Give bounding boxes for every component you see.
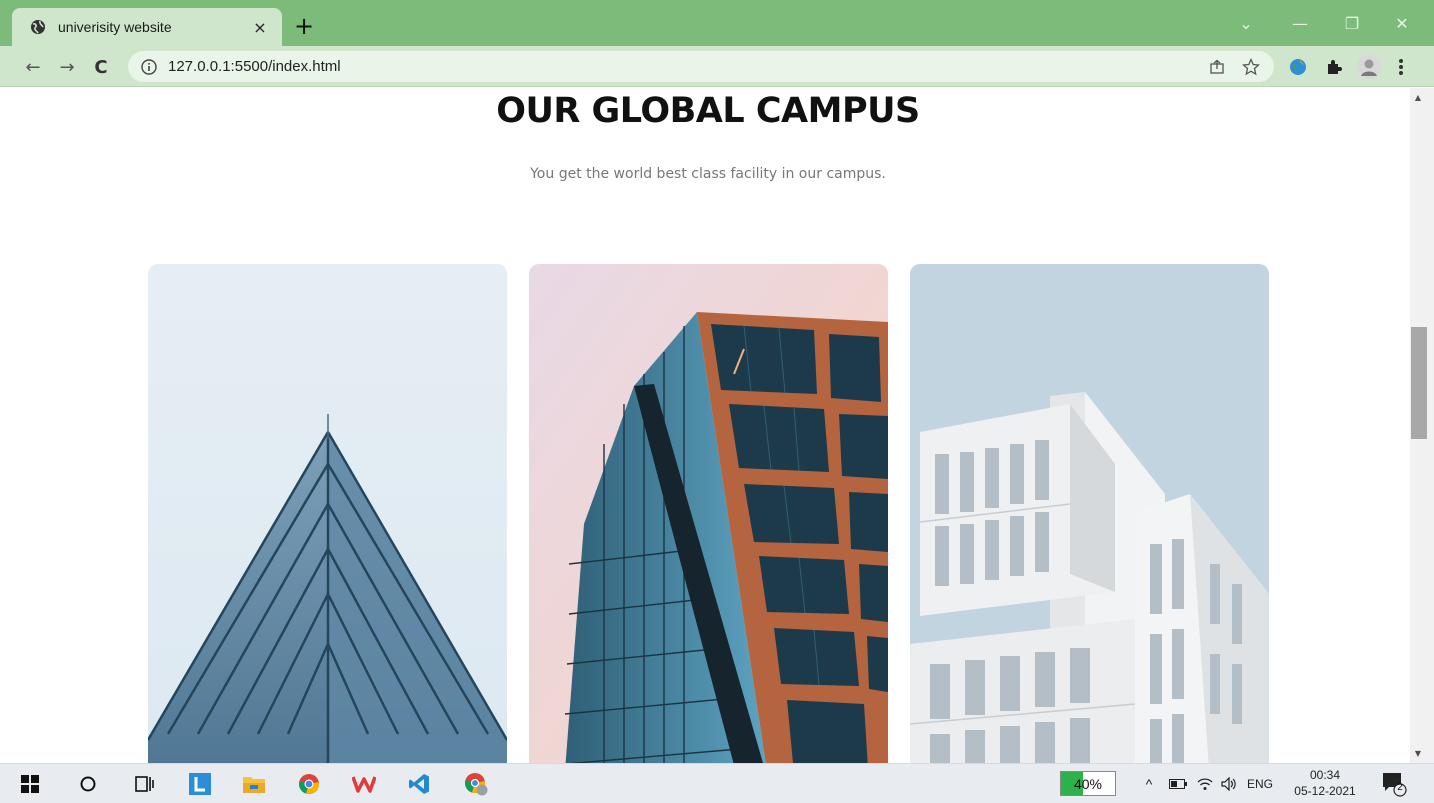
windows-taskbar: 40% ^ ENG 00:34 05-12-2021 2 xyxy=(0,763,1434,803)
campus-card-glass-triangle[interactable] xyxy=(148,264,507,763)
tab-title: univerisity website xyxy=(58,19,172,35)
chrome-icon[interactable] xyxy=(295,770,323,798)
search-circle-icon[interactable] xyxy=(74,770,102,798)
bookmark-star-icon[interactable] xyxy=(1240,56,1262,78)
minimize-button[interactable]: — xyxy=(1280,8,1320,38)
page-subtitle: You get the world best class facility in… xyxy=(530,166,886,182)
campus-card-white-building[interactable] xyxy=(910,264,1269,763)
battery-percent-label: 40% xyxy=(1073,775,1103,792)
scrollbar-thumb[interactable] xyxy=(1411,327,1427,439)
language-indicator[interactable]: ENG xyxy=(1243,774,1277,794)
battery-tray-icon[interactable] xyxy=(1168,774,1188,794)
share-icon[interactable] xyxy=(1206,56,1228,78)
browser-tab[interactable]: univerisity website × xyxy=(12,8,282,46)
system-clock[interactable]: 00:34 05-12-2021 xyxy=(1285,767,1365,799)
vscode-icon[interactable] xyxy=(405,770,433,798)
clock-date: 05-12-2021 xyxy=(1294,784,1356,798)
page-viewport: OUR GLOBAL CAMPUS You get the world best… xyxy=(0,88,1410,763)
address-bar[interactable]: 127.0.0.1:5500/index.html xyxy=(128,51,1274,82)
url-text[interactable]: 127.0.0.1:5500/index.html xyxy=(168,58,1206,75)
globe-icon xyxy=(31,20,45,34)
info-icon[interactable] xyxy=(140,58,158,76)
forward-button[interactable]: → xyxy=(54,54,80,80)
campus-card-copper-tower[interactable] xyxy=(529,264,888,763)
extensions-puzzle-icon[interactable] xyxy=(1323,56,1345,78)
menu-dots-icon[interactable] xyxy=(1390,56,1412,78)
new-tab-button[interactable]: + xyxy=(290,12,318,40)
task-view-icon[interactable] xyxy=(130,770,158,798)
chrome-profile-icon[interactable] xyxy=(462,770,490,798)
tab-search-icon[interactable]: ⌄ xyxy=(1226,8,1266,38)
close-window-button[interactable]: ✕ xyxy=(1382,8,1422,38)
browser-toolbar: ← → C 127.0.0.1:5500/index.html xyxy=(0,46,1434,87)
battery-indicator[interactable]: 40% xyxy=(1060,771,1116,796)
speaker-icon[interactable] xyxy=(1219,774,1239,794)
wps-office-icon[interactable] xyxy=(350,770,378,798)
profile-avatar-icon[interactable] xyxy=(1356,54,1382,80)
glass-triangle-building-image xyxy=(148,264,507,763)
reload-button[interactable]: C xyxy=(88,54,114,80)
extension-globe-icon[interactable] xyxy=(1287,56,1309,78)
copper-glass-tower-image xyxy=(529,264,888,763)
wifi-icon[interactable] xyxy=(1195,774,1215,794)
white-modern-building-image xyxy=(910,264,1269,763)
clock-time: 00:34 xyxy=(1309,768,1341,782)
browser-tab-strip: univerisity website × + ⌄ — ❐ ✕ xyxy=(0,0,1434,46)
tray-chevron-icon[interactable]: ^ xyxy=(1140,774,1158,794)
file-explorer-icon[interactable] xyxy=(240,770,268,798)
back-button[interactable]: ← xyxy=(20,54,46,80)
notification-center-icon[interactable]: 2 xyxy=(1380,770,1408,798)
page-title: OUR GLOBAL CAMPUS xyxy=(496,91,920,131)
l-app-icon[interactable] xyxy=(186,770,214,798)
windows-start-icon[interactable] xyxy=(16,770,44,798)
scroll-up-arrow-icon[interactable]: ▲ xyxy=(1410,90,1426,104)
notification-count-badge: 2 xyxy=(1397,782,1403,793)
scroll-down-arrow-icon[interactable]: ▼ xyxy=(1410,746,1426,760)
close-tab-icon[interactable]: × xyxy=(248,15,272,39)
restore-button[interactable]: ❐ xyxy=(1332,8,1372,38)
